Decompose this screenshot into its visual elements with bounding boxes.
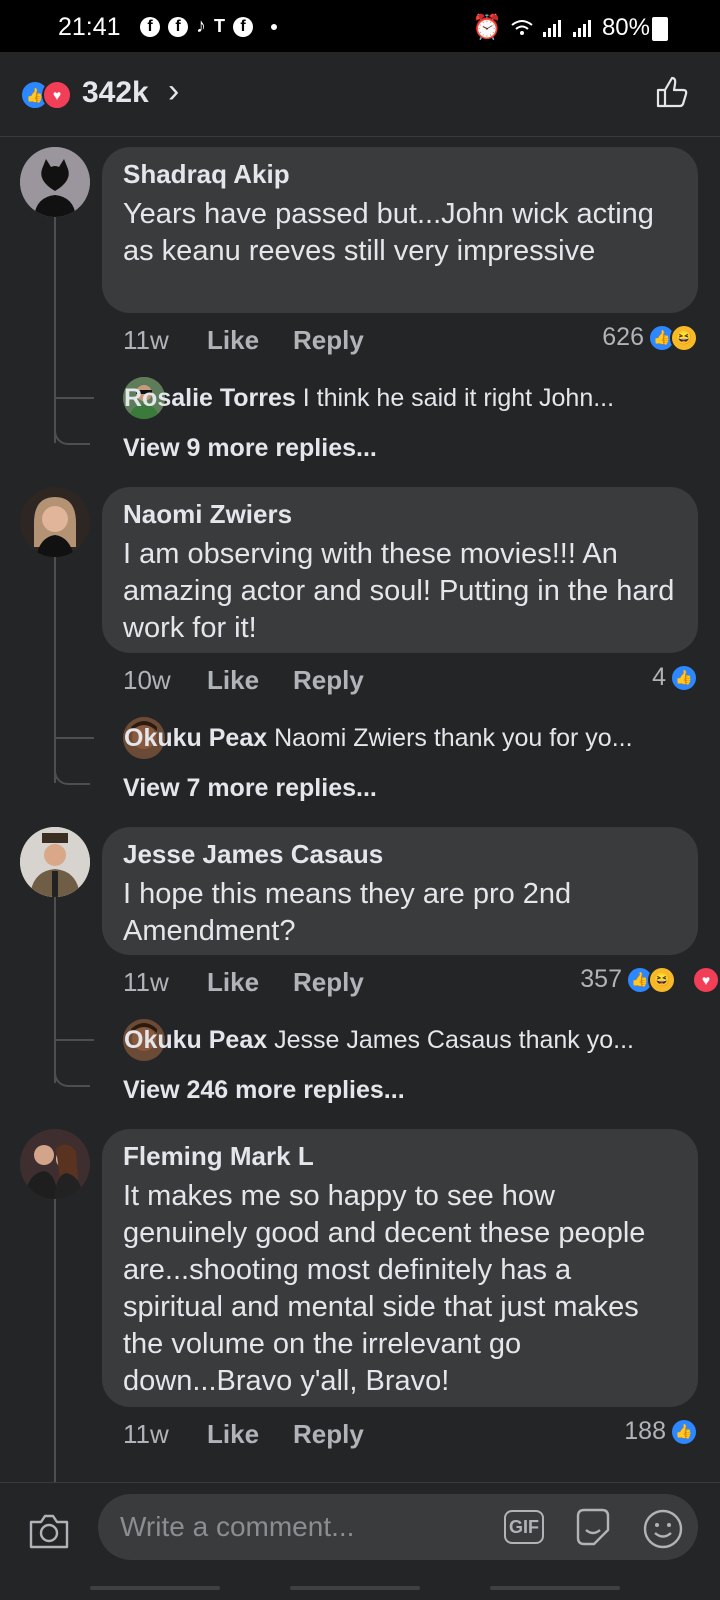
reply-button[interactable]: Reply — [293, 967, 364, 998]
reply-button[interactable]: Reply — [293, 325, 364, 356]
thread-line — [54, 1063, 90, 1087]
comment-time[interactable]: 11w — [123, 967, 207, 998]
comment-reactions[interactable]: 188 👍 — [624, 1417, 698, 1446]
comment-actions: 11w Like Reply — [123, 1419, 364, 1450]
reaction-count: 357 — [580, 965, 622, 993]
like-button[interactable]: Like — [207, 1419, 293, 1450]
facebook-icon: f — [168, 16, 188, 37]
like-reaction-icon: 👍 — [670, 1417, 698, 1446]
avatar[interactable] — [20, 147, 90, 217]
thread-line — [54, 421, 90, 445]
comment-text: I am observing with these movies!!! An a… — [123, 538, 675, 644]
reply-preview[interactable]: Okuku Peax Naomi Zwiers thank you for yo… — [124, 724, 633, 753]
reply-author[interactable]: Rosalie Torres — [124, 384, 296, 412]
reply-text: Naomi Zwiers thank you for yo... — [274, 724, 633, 752]
reply-author[interactable]: Okuku Peax — [124, 1026, 267, 1054]
signal-icon — [572, 19, 591, 37]
gif-button[interactable]: GIF — [504, 1510, 544, 1544]
view-more-replies-link[interactable]: View 7 more replies... — [123, 774, 377, 803]
sticker-icon[interactable] — [572, 1506, 614, 1548]
like-button[interactable]: Like — [207, 665, 293, 696]
thread-line — [54, 213, 56, 443]
comment-author[interactable]: Naomi Zwiers — [123, 499, 678, 530]
notification-icons: f f ♪ T f — [140, 15, 277, 38]
thread-line — [54, 1039, 94, 1041]
reaction-count: 4 — [652, 663, 666, 691]
battery-percent: 80% — [601, 13, 650, 41]
comment-reactions[interactable]: 357 👍 😆 ♥ — [580, 965, 720, 994]
avatar[interactable] — [20, 1129, 90, 1199]
facebook-icon: f — [140, 16, 160, 37]
like-button[interactable]: Like — [207, 967, 293, 998]
comment-time[interactable]: 10w — [123, 665, 207, 696]
reply-preview[interactable]: Okuku Peax Jesse James Casaus thank yo..… — [124, 1026, 634, 1055]
comment-bubble[interactable]: Jesse James Casaus I hope this means the… — [102, 827, 698, 955]
total-reaction-count[interactable]: 342k — [82, 76, 149, 110]
comment-reactions[interactable]: 4 👍 — [652, 663, 698, 692]
love-reaction-icon: ♥ — [42, 80, 72, 110]
comment-time[interactable]: 11w — [123, 325, 207, 356]
reaction-count: 626 — [602, 323, 644, 351]
system-icons: ⏰ 80% — [472, 13, 650, 42]
signal-icon — [542, 19, 561, 37]
reply-preview[interactable]: Rosalie Torres I think he said it right … — [124, 384, 614, 413]
facebook-icon: f — [233, 16, 253, 37]
comment-bubble[interactable]: Shadraq Akip Years have passed but...Joh… — [102, 147, 698, 313]
comment-actions: 11w Like Reply — [123, 967, 364, 998]
comment-bubble[interactable]: Naomi Zwiers I am observing with these m… — [102, 487, 698, 653]
reaction-count: 188 — [624, 1417, 666, 1445]
comment-bubble[interactable]: Fleming Mark L It makes me so happy to s… — [102, 1129, 698, 1407]
comment-actions: 10w Like Reply — [123, 665, 364, 696]
back-button[interactable] — [490, 1586, 620, 1590]
thread-line — [54, 553, 56, 783]
emoji-icon[interactable] — [642, 1508, 684, 1550]
comment-time[interactable]: 11w — [123, 1419, 207, 1450]
recents-button[interactable] — [90, 1586, 220, 1590]
like-post-icon[interactable] — [654, 74, 690, 110]
thread-line — [54, 737, 94, 739]
comment-reactions[interactable]: 626 👍 😆 — [602, 323, 698, 352]
love-reaction-icon: ♥ — [692, 965, 720, 994]
chevron-right-icon[interactable]: › — [168, 72, 179, 111]
reaction-summary[interactable]: 👍 ♥ — [20, 80, 76, 110]
reply-button[interactable]: Reply — [293, 1419, 364, 1450]
reply-text: I think he said it right John... — [302, 384, 615, 412]
camera-icon[interactable] — [28, 1512, 70, 1550]
home-button[interactable] — [290, 1586, 420, 1590]
avatar[interactable] — [20, 827, 90, 897]
thread-line — [54, 761, 90, 785]
more-notifications-dot-icon — [271, 23, 277, 30]
comment-text: I hope this means they are pro 2nd Amend… — [123, 878, 572, 947]
thread-line — [54, 893, 56, 1083]
like-reaction-icon: 👍 — [670, 663, 698, 692]
comment-author[interactable]: Fleming Mark L — [123, 1141, 678, 1172]
tiktok-icon: ♪ — [196, 15, 206, 37]
status-bar: 21:41 f f ♪ T f ⏰ 80% — [0, 0, 720, 52]
wifi-icon — [511, 19, 533, 35]
thread-line — [54, 397, 94, 399]
comment-text: Years have passed but...John wick acting… — [123, 198, 654, 267]
view-more-replies-link[interactable]: View 9 more replies... — [123, 434, 377, 463]
reply-author[interactable]: Okuku Peax — [124, 724, 267, 752]
comment-actions: 11w Like Reply — [123, 325, 364, 356]
status-time: 21:41 — [58, 13, 121, 41]
comment-text: It makes me so happy to see how genuinel… — [123, 1180, 646, 1397]
haha-reaction-icon: 😆 — [670, 323, 698, 352]
haha-reaction-icon: 😆 — [648, 965, 676, 994]
comment-author[interactable]: Shadraq Akip — [123, 159, 678, 190]
battery-icon — [652, 17, 668, 41]
teams-icon: T — [214, 16, 225, 36]
reply-button[interactable]: Reply — [293, 665, 364, 696]
avatar[interactable] — [20, 487, 90, 557]
comment-list[interactable]: Shadraq Akip Years have passed but...Joh… — [0, 137, 720, 1482]
view-more-replies-link[interactable]: View 246 more replies... — [123, 1076, 405, 1105]
thread-line — [54, 1195, 56, 1482]
reply-text: Jesse James Casaus thank yo... — [274, 1026, 634, 1054]
like-button[interactable]: Like — [207, 325, 293, 356]
comment-author[interactable]: Jesse James Casaus — [123, 839, 678, 870]
alarm-icon: ⏰ — [472, 14, 502, 41]
